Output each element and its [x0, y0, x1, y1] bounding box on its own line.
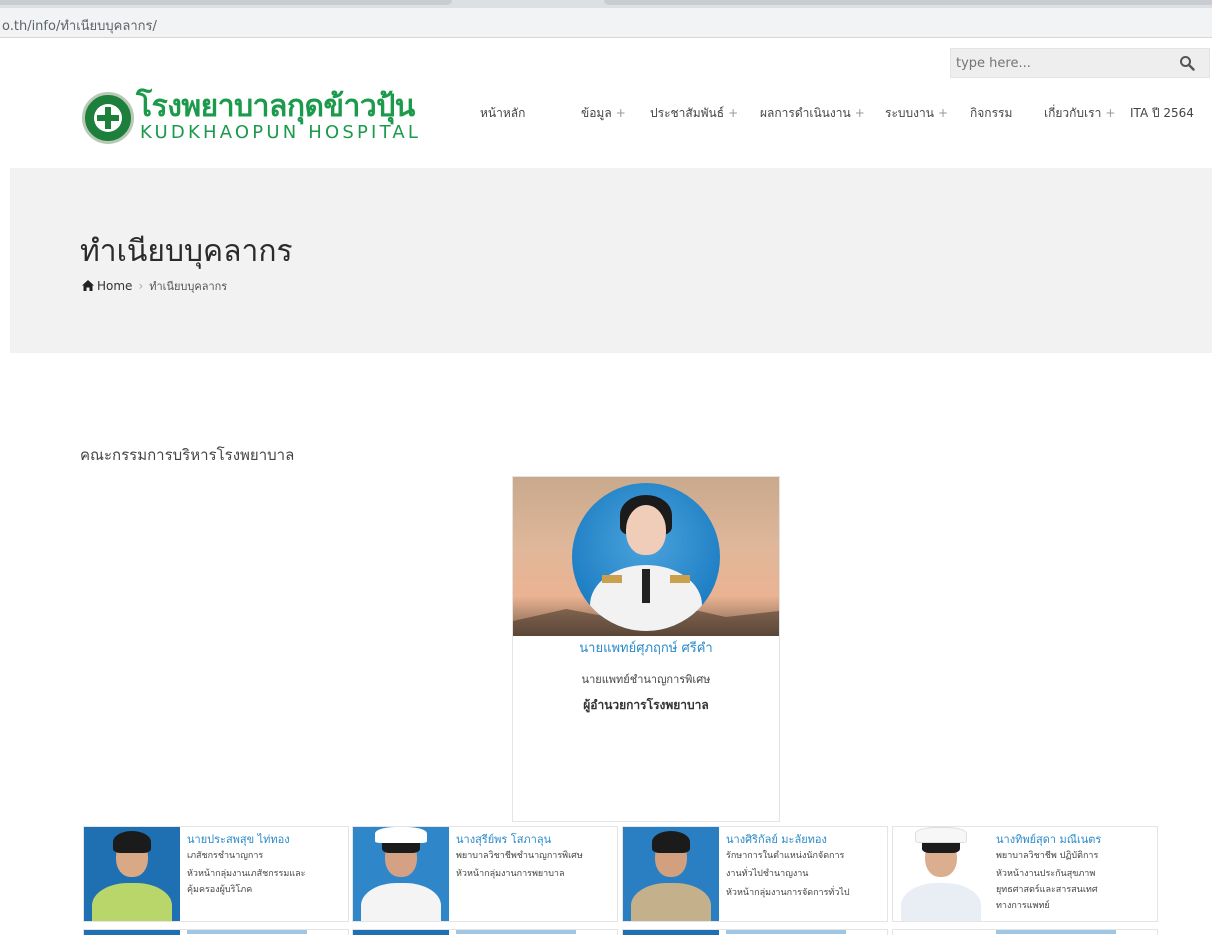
photo-tie	[642, 569, 650, 603]
staff-photo	[353, 827, 449, 921]
staff-card[interactable]: นางสุรีย์พร โสภาลุน พยาบาลวิชาชีพชำนาญกา…	[352, 826, 618, 922]
staff-name-partial	[996, 930, 1116, 934]
nav-label: หน้าหลัก	[480, 106, 526, 120]
staff-detail: คุ้มครองผู้บริโภค	[187, 885, 253, 895]
search-box	[950, 48, 1210, 78]
staff-photo	[893, 930, 989, 935]
staff-name[interactable]: นางสุรีย์พร โสภาลุน	[456, 830, 551, 848]
staff-detail: ทางการแพทย์	[996, 901, 1050, 911]
submenu-plus-icon: +	[1105, 106, 1116, 120]
staff-photo	[353, 930, 449, 935]
staff-card[interactable]: นางทิพย์สุดา มณีเนตร พยาบาลวิชาชีพ ปฏิบั…	[892, 826, 1158, 922]
staff-detail: รักษาการในตำแหน่งนักจัดการ	[726, 851, 845, 861]
breadcrumb: Home › ทำเนียบบุคลากร	[82, 277, 227, 295]
breadcrumb-current: ทำเนียบบุคลากร	[149, 280, 228, 293]
staff-detail: หัวหน้ากลุ่มงานการจัดการทั่วไป	[726, 888, 850, 898]
staff-name[interactable]: นายประสพสุข ไท่ทอง	[187, 830, 290, 848]
nav-item-about[interactable]: เกี่ยวกับเรา +	[1044, 104, 1115, 123]
search-input[interactable]	[951, 49, 1171, 77]
staff-name[interactable]: นางศิริกัลย์ มะลัยทอง	[726, 830, 827, 848]
logo-name-english[interactable]: KUDKHAOPUN HOSPITAL	[140, 122, 421, 143]
nav-label: ระบบงาน	[885, 106, 934, 120]
staff-photo	[623, 930, 719, 935]
photo-epaulette	[670, 575, 690, 583]
breadcrumb-separator: ›	[138, 279, 144, 293]
nav-label: ITA ปี 2564	[1130, 106, 1194, 120]
staff-photo	[84, 930, 180, 935]
director-role: ผู้อำนวยการโรงพยาบาล	[583, 698, 709, 712]
staff-photo	[893, 827, 989, 921]
staff-detail: พยาบาลวิชาชีพ ปฏิบัติการ	[996, 851, 1099, 861]
director-name[interactable]: นายแพทย์ศุภฤกษ์ ศรีคำ	[513, 637, 779, 658]
nav-item-pr[interactable]: ประชาสัมพันธ์ +	[650, 104, 738, 123]
nav-label: เกี่ยวกับเรา	[1044, 106, 1102, 120]
page-title: ทำเนียบบุคลากร	[80, 234, 293, 269]
submenu-plus-icon: +	[854, 106, 865, 120]
staff-card[interactable]: นางศิริกัลย์ มะลัยทอง รักษาการในตำแหน่งน…	[622, 826, 888, 922]
staff-card-partial[interactable]	[83, 929, 349, 935]
director-position: นายแพทย์ชำนาญการพิเศษ	[581, 673, 711, 686]
browser-tab[interactable]	[0, 0, 452, 5]
staff-card-partial[interactable]	[622, 929, 888, 935]
photo-epaulette	[602, 575, 622, 583]
staff-detail: หัวหน้ากลุ่มงานเภสัชกรรมและ	[187, 869, 306, 879]
staff-detail: หัวหน้างานประกันสุขภาพ	[996, 869, 1096, 879]
staff-name[interactable]: นางทิพย์สุดา มณีเนตร	[996, 830, 1101, 848]
staff-card-partial[interactable]	[892, 929, 1158, 935]
nav-label: ข้อมูล	[581, 106, 612, 120]
nav-label: ประชาสัมพันธ์	[650, 106, 725, 120]
director-banner	[513, 477, 779, 636]
staff-detail: ยุทธศาสตร์และสารสนเทศ	[996, 885, 1098, 895]
photo-face	[626, 505, 666, 555]
nav-item-info[interactable]: ข้อมูล +	[581, 104, 626, 123]
nav-label: กิจกรรม	[970, 106, 1013, 120]
submenu-plus-icon: +	[937, 106, 948, 120]
staff-name-partial	[726, 930, 846, 934]
search-icon[interactable]	[1179, 55, 1195, 71]
staff-card-partial[interactable]	[352, 929, 618, 935]
director-card[interactable]: นายแพทย์ศุภฤกษ์ ศรีคำ นายแพทย์ชำนาญการพิ…	[512, 476, 780, 822]
section-title: คณะกรรมการบริหารโรงพยาบาล	[80, 446, 295, 464]
staff-detail: เภสัชกรชำนาญการ	[187, 851, 264, 861]
staff-photo	[84, 827, 180, 921]
nav-label: ผลการดำเนินงาน	[760, 106, 851, 120]
submenu-plus-icon: +	[615, 106, 626, 120]
nav-item-systems[interactable]: ระบบงาน +	[885, 104, 948, 123]
submenu-plus-icon: +	[728, 106, 739, 120]
emblem-cross	[97, 115, 119, 121]
browser-tab-strip	[0, 0, 1212, 8]
home-icon	[82, 280, 94, 291]
nav-item-ita[interactable]: ITA ปี 2564	[1130, 104, 1194, 123]
hospital-logo-emblem[interactable]	[82, 92, 134, 144]
browser-tab[interactable]	[604, 0, 1212, 5]
nav-item-home[interactable]: หน้าหลัก	[480, 104, 525, 123]
director-photo	[572, 483, 720, 631]
breadcrumb-home-link[interactable]: Home	[97, 279, 132, 293]
address-bar[interactable]: o.th/info/ทำเนียบบุคลากร/	[0, 8, 1212, 38]
staff-detail: หัวหน้ากลุ่มงานการพยาบาล	[456, 869, 565, 879]
staff-detail: งานทั่วไปชำนาญงาน	[726, 869, 809, 879]
staff-detail: พยาบาลวิชาชีพชำนาญการพิเศษ	[456, 851, 583, 861]
nav-item-activities[interactable]: กิจกรรม	[970, 104, 1012, 123]
staff-card[interactable]: นายประสพสุข ไท่ทอง เภสัชกรชำนาญการ หัวหน…	[83, 826, 349, 922]
staff-name-partial	[187, 930, 307, 934]
address-url[interactable]: o.th/info/ทำเนียบบุคลากร/	[2, 15, 157, 36]
nav-item-performance[interactable]: ผลการดำเนินงาน +	[760, 104, 865, 123]
staff-photo	[623, 827, 719, 921]
staff-name-partial	[456, 930, 576, 934]
